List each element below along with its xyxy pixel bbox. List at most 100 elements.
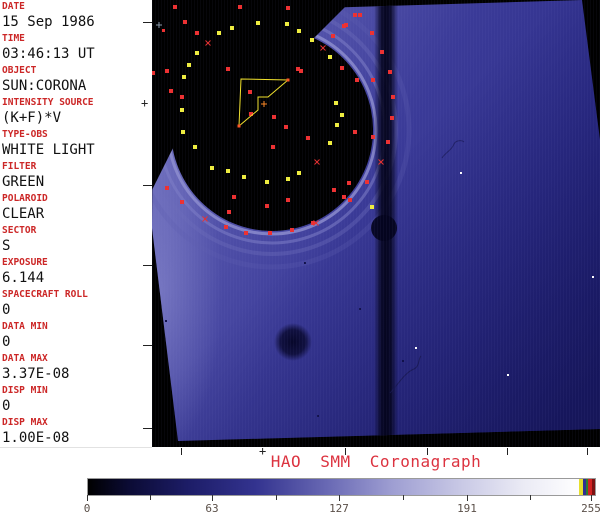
fiducial-dot-red [195,31,199,35]
colorbar-major-tick [87,495,88,501]
fiducial-dot-red [331,34,335,38]
fiducial-dot-red [286,198,290,202]
fiducial-dot-red [248,90,252,94]
fiducial-dot-red [180,200,184,204]
metadata-field-object: OBJECT SUN:CORONA [2,65,152,97]
left-axis-plus: + [141,96,149,110]
fiducial-dot-red [265,204,269,208]
field-label: TIME [2,33,25,44]
dark-speck [304,262,306,264]
metadata-field-sector: SECTOR S [2,225,152,257]
field-label: OBJECT [2,65,37,76]
metadata-field-intensity-source: INTENSITY SOURCE (K+F)*V [2,97,152,129]
fiducial-dot-red [268,231,272,235]
field-value: 15 Sep 1986 [2,14,95,30]
field-value: 0 [2,398,11,414]
field-label: TYPE-OBS [2,129,48,140]
fiducial-dot-red [226,67,230,71]
metadata-sidebar: DATE 15 Sep 1986 TIME 03:46:13 UT OBJECT SUN:… [0,0,152,447]
field-label: DATA MAX [2,353,48,364]
fiducial-dot-yellow [310,38,314,42]
metadata-field-polaroid: POLAROID CLEAR [2,193,152,225]
fiducial-dot-red [165,69,169,73]
fiducial-dot-yellow [230,26,234,30]
instrument-title: HAO SMM Coronagraph [270,452,482,471]
fiducial-dot-red [353,13,357,17]
fiducial-dot-red [183,20,187,24]
fiducial-dot-red [371,78,375,82]
dust-blob [274,323,312,361]
colorbar-major-tick [212,495,213,501]
field-value: 0 [2,302,11,318]
fiducial-dot-yellow [180,108,184,112]
field-value: 3.37E-08 [2,366,70,382]
field-label: SECTOR [2,225,37,236]
fiducial-dot-yellow [297,171,301,175]
dark-speck [359,308,361,310]
fiducial-dot-red [165,186,169,190]
pylon-knob-shadow [371,215,397,241]
fiducial-dot-red [271,145,275,149]
dark-speck [402,360,404,362]
fiducial-dot-red [286,6,290,10]
colorbar-minor-tick [530,495,531,500]
polygon-vertex-dot [237,124,241,128]
fiducial-dot-red [344,23,348,27]
smm-coronagraph-display: DATE 15 Sep 1986 TIME 03:46:13 UT OBJECT SUN:… [0,0,600,512]
bottom-axis-plus: + [259,444,267,458]
bottom-axis-tick [345,448,346,455]
field-value: CLEAR [2,206,45,222]
fiducial-dot-red [290,228,294,232]
fiducial-dot-red [238,5,242,9]
field-label: POLAROID [2,193,48,204]
fiducial-dot-red [306,136,310,140]
fiducial-dot-red [371,135,375,139]
fiducial-dot-yellow [328,141,332,145]
field-value: SUN:CORONA [2,78,87,94]
fiducial-dot-yellow [217,31,221,35]
colorbar-tick-label: 255 [581,502,600,512]
metadata-field-exposure: EXPOSURE 6.144 [2,257,152,289]
bottom-axis-tick [427,448,428,455]
fiducial-dot-red [244,231,248,235]
field-value: 6.144 [2,270,45,286]
fiducial-dot-red [353,130,357,134]
fiducial-dot-yellow [286,177,290,181]
left-axis-tick [143,22,152,23]
colorbar-tick-label: 63 [205,502,219,512]
field-value: 1.00E-08 [2,430,70,446]
occulting-disk [171,29,373,231]
field-value: 03:46:13 UT [2,46,95,62]
fiducial-dot-yellow [193,145,197,149]
colorbar-minor-tick [403,495,404,500]
coronagraph-frame [152,0,600,447]
star-speck [460,172,462,174]
metadata-field-date: DATE 15 Sep 1986 [2,1,152,33]
field-label: DATE [2,1,25,12]
fiducial-dot-red [355,78,359,82]
dark-speck [317,415,319,417]
fiducial-dot-red [365,180,369,184]
fiducial-dot-red [152,71,155,75]
field-label: INTENSITY SOURCE [2,97,94,108]
colorbar-minor-tick [150,495,151,500]
small-red-mark [162,29,165,32]
star-speck [415,347,417,349]
colorbar-tick-label: 127 [329,502,349,512]
field-value: WHITE LIGHT [2,142,95,158]
fiducial-dot-red [232,195,236,199]
field-label: SPACECRAFT ROLL [2,289,88,300]
fiducial-dot-yellow [335,123,339,127]
left-axis-tick [143,345,152,346]
field-value: 0 [2,334,11,350]
fiducial-dot-red [332,188,336,192]
fiducial-dot-red [173,5,177,9]
colorbar-major-tick [591,495,592,501]
fiducial-dot-red [227,210,231,214]
colorbar-major-tick [467,495,468,501]
colorbar-tick-label: 191 [457,502,477,512]
fiducial-dot-yellow [297,29,301,33]
intensity-colorbar [87,478,596,496]
coronagraph-image [152,0,600,447]
fiducial-dot-red [347,181,351,185]
